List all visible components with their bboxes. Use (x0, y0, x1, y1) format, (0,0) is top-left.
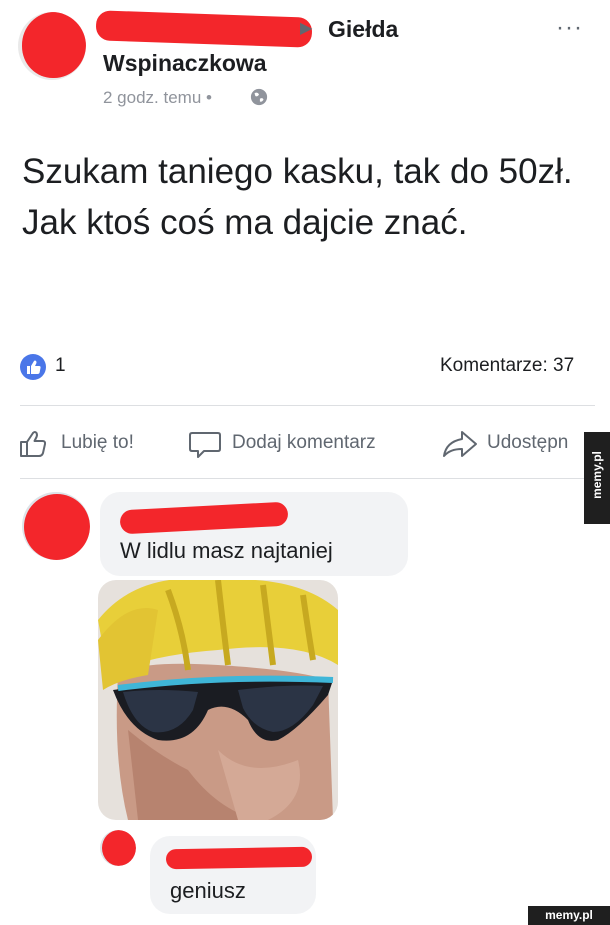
like-button[interactable]: Lubię to! (61, 432, 134, 454)
commenter-avatar[interactable] (100, 830, 136, 866)
more-options-button[interactable]: ··· (556, 14, 583, 42)
poster-name-redaction (95, 10, 313, 48)
post-timestamp[interactable]: 2 godz. temu • (103, 88, 212, 108)
group-name-continued[interactable]: Wspinaczkowa (103, 50, 267, 77)
comment-text: W lidlu masz najtaniej (120, 538, 333, 563)
like-count[interactable]: 1 (55, 355, 66, 377)
divider (20, 405, 595, 406)
comment-text: geniusz (170, 878, 246, 903)
commenter-name-redaction (165, 846, 313, 870)
comment-bubble[interactable]: W lidlu masz najtaniej (100, 492, 408, 576)
comment-button[interactable]: Dodaj komentarz (232, 432, 376, 454)
memy-watermark: memy.pl (528, 906, 610, 925)
commenter-name-redaction (119, 501, 289, 535)
comments-count[interactable]: Komentarze: 37 (440, 355, 574, 377)
memy-watermark: memy.pl (584, 432, 610, 524)
redaction-mark (22, 12, 86, 78)
share-button[interactable]: Udostępn (487, 432, 582, 454)
poster-avatar[interactable] (18, 12, 86, 80)
globe-icon (250, 88, 268, 106)
commenter-avatar[interactable] (22, 492, 90, 560)
divider (20, 478, 585, 479)
comment-photo[interactable] (98, 580, 338, 820)
share-arrow-icon[interactable] (442, 428, 478, 460)
redaction-mark (24, 494, 90, 560)
group-name[interactable]: Giełda (328, 16, 398, 43)
speech-bubble-icon[interactable] (188, 428, 222, 460)
post-text: Szukam taniego kasku, tak do 50zł. Jak k… (22, 152, 573, 242)
comment-bubble[interactable]: geniusz (150, 836, 316, 914)
thumbs-up-outline-icon[interactable] (18, 428, 50, 460)
like-reaction-icon[interactable] (20, 354, 46, 380)
redaction-mark (102, 830, 136, 866)
triangle-right-icon: ▶ (300, 20, 313, 37)
